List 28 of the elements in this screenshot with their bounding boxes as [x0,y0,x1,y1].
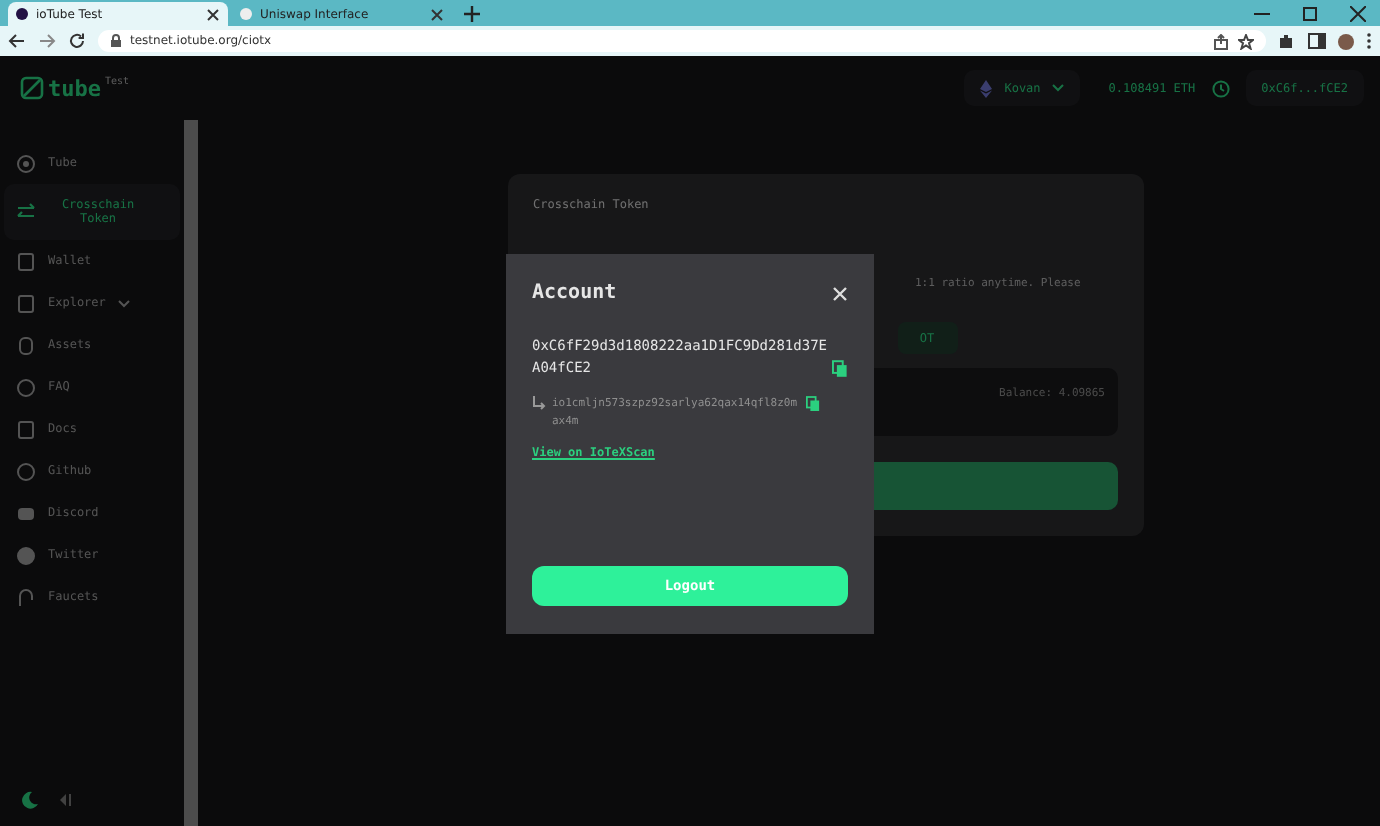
return-arrow-icon [532,396,546,410]
copy-icon[interactable] [806,396,820,412]
clock-icon[interactable] [1211,79,1230,97]
close-icon[interactable] [1350,5,1366,21]
logo-icon [20,76,44,100]
sidebar-icon[interactable] [1308,32,1326,50]
dialog-title: Account [532,282,617,304]
menu-icon[interactable] [1366,32,1372,50]
back-icon[interactable] [8,32,26,50]
swap-icon [16,202,36,222]
caret-icon [117,299,130,307]
avatar-icon[interactable] [1338,33,1354,49]
restore-icon[interactable] [1302,5,1318,21]
close-icon[interactable] [430,7,444,21]
scrollbar[interactable] [184,120,198,826]
star-icon[interactable] [1238,33,1254,49]
moon-icon[interactable] [20,790,40,810]
caret-icon [1052,84,1065,92]
circle-icon [16,153,36,173]
forward-icon[interactable] [38,32,56,50]
reload-icon[interactable] [68,32,86,50]
logo-text: tube [48,75,101,101]
new-tab-icon[interactable] [464,5,480,21]
share-icon[interactable] [1214,33,1230,49]
puzzle-icon[interactable] [1278,32,1296,50]
close-icon[interactable] [206,7,220,21]
lock-icon [110,34,122,48]
ethereum-icon [980,79,993,97]
